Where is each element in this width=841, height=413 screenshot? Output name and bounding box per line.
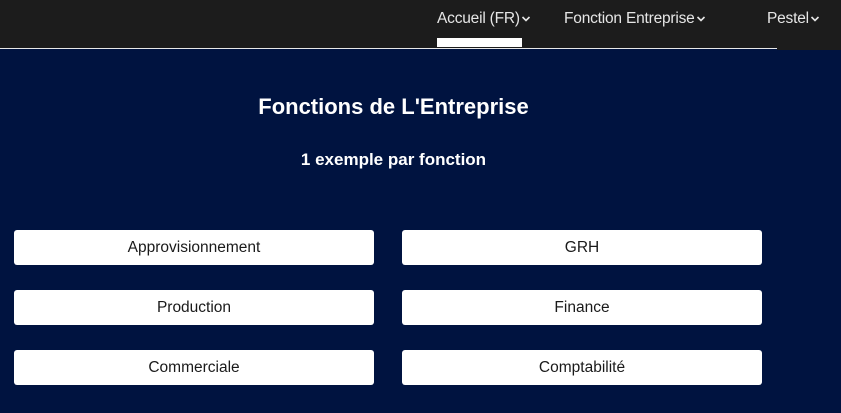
nav-item-pestel[interactable]: Pestel — [767, 9, 820, 29]
nav-item-fonction-entreprise[interactable]: Fonction Entreprise — [564, 9, 706, 29]
nav-item-label: Fonction Entreprise — [564, 10, 695, 27]
topbar-corner — [777, 48, 841, 50]
function-button-production[interactable]: Production — [14, 290, 374, 325]
chevron-down-icon — [810, 14, 820, 24]
topbar-divider — [0, 48, 777, 49]
nav-item-label: Accueil (FR) — [437, 10, 520, 27]
top-navigation-bar: Accueil (FR) Fonction Entreprise Pestel — [0, 0, 841, 48]
page-title: Fonctions de L'Entreprise — [258, 94, 529, 119]
page-subtitle: 1 exemple par fonction — [300, 150, 487, 169]
function-button-comptabilite[interactable]: Comptabilité — [402, 350, 762, 385]
function-button-approvisionnement[interactable]: Approvisionnement — [14, 230, 374, 265]
chevron-down-icon — [521, 14, 531, 24]
nav-item-label: Pestel — [767, 10, 809, 27]
function-button-commerciale[interactable]: Commerciale — [14, 350, 374, 385]
active-nav-indicator — [437, 38, 522, 47]
function-button-grh[interactable]: GRH — [402, 230, 762, 265]
function-button-finance[interactable]: Finance — [402, 290, 762, 325]
chevron-down-icon — [696, 14, 706, 24]
nav-item-accueil[interactable]: Accueil (FR) — [437, 9, 531, 29]
